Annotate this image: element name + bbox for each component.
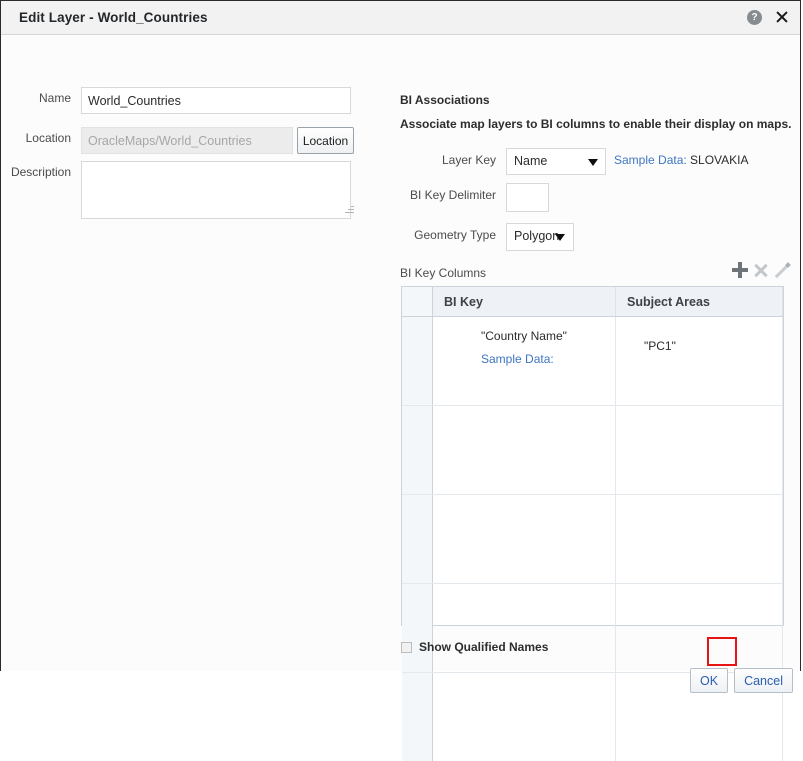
- delete-icon[interactable]: [751, 260, 771, 280]
- cell-bi-key[interactable]: [433, 673, 616, 761]
- cell-sample-data-link[interactable]: Sample Data:: [481, 352, 615, 366]
- bi-key-delimiter-label: BI Key Delimiter: [396, 183, 506, 202]
- chevron-down-icon: [555, 234, 565, 241]
- row-select-cell[interactable]: [402, 495, 433, 584]
- location-label: Location: [1, 127, 81, 145]
- ok-button[interactable]: OK: [690, 668, 728, 693]
- show-qualified-names-label: Show Qualified Names: [419, 640, 548, 654]
- dialog-body: Name Location Location Description BI As…: [1, 35, 800, 671]
- chevron-down-icon: [588, 159, 598, 166]
- cell-bi-key[interactable]: "Country Name" Sample Data:: [433, 317, 616, 406]
- layer-key-select[interactable]: Name: [506, 148, 606, 175]
- sample-data-link[interactable]: Sample Data:: [614, 153, 687, 167]
- bi-associations-pane: BI Associations Associate map layers to …: [396, 35, 796, 671]
- cell-subject-areas[interactable]: [616, 584, 783, 673]
- show-qualified-names-checkbox[interactable]: [401, 642, 412, 653]
- close-icon[interactable]: [774, 9, 790, 25]
- column-header-bi-key[interactable]: BI Key: [433, 287, 616, 317]
- add-icon[interactable]: [730, 260, 750, 280]
- cell-subject-areas[interactable]: "PC1": [616, 317, 783, 406]
- geometry-type-row: Geometry Type Polygon: [396, 223, 574, 251]
- bi-key-columns-toolbar: [730, 260, 792, 280]
- dialog-footer-buttons: OK Cancel: [690, 668, 793, 693]
- column-header-select[interactable]: [402, 287, 433, 317]
- cell-subject-areas[interactable]: [616, 406, 783, 495]
- sample-data-value: SLOVAKIA: [690, 153, 748, 167]
- show-qualified-names-row[interactable]: Show Qualified Names: [401, 640, 548, 654]
- geometry-type-label: Geometry Type: [396, 223, 506, 242]
- bi-associations-description: Associate map layers to BI columns to en…: [400, 117, 791, 131]
- bi-associations-title: BI Associations: [400, 93, 490, 107]
- layer-key-sample-data: Sample Data: SLOVAKIA: [614, 148, 749, 167]
- layer-properties-form: Name Location Location Description: [1, 35, 387, 671]
- column-header-subject-areas[interactable]: Subject Areas: [616, 287, 783, 317]
- bi-key-delimiter-input[interactable]: [506, 183, 549, 212]
- location-input[interactable]: [81, 127, 293, 154]
- layer-key-row: Layer Key Name Sample Data: SLOVAKIA: [396, 148, 749, 175]
- name-field-row: Name: [1, 87, 351, 114]
- geometry-type-select[interactable]: Polygon: [506, 223, 574, 251]
- dialog-title: Edit Layer - World_Countries: [19, 10, 208, 25]
- edit-pencil-icon[interactable]: [772, 260, 792, 280]
- location-browse-button[interactable]: Location: [297, 127, 354, 154]
- table-header-row: BI Key Subject Areas: [402, 287, 783, 317]
- row-select-cell[interactable]: [402, 317, 433, 406]
- cell-bi-key[interactable]: [433, 495, 616, 584]
- name-input[interactable]: [81, 87, 351, 114]
- row-select-cell[interactable]: [402, 673, 433, 761]
- name-label: Name: [1, 87, 81, 105]
- cell-bi-key[interactable]: [433, 406, 616, 495]
- cell-subject-areas[interactable]: [616, 495, 783, 584]
- location-field-row: Location Location: [1, 127, 354, 154]
- edit-layer-dialog: Edit Layer - World_Countries ? Name Loca…: [0, 0, 801, 671]
- cancel-button[interactable]: Cancel: [734, 668, 793, 693]
- geometry-type-value: Polygon: [514, 229, 559, 243]
- description-textarea[interactable]: [81, 161, 351, 219]
- dialog-titlebar: Edit Layer - World_Countries ?: [1, 1, 800, 35]
- cell-bi-key-text: "Country Name": [481, 329, 615, 343]
- layer-key-value: Name: [514, 154, 547, 168]
- description-field-row: Description: [1, 161, 351, 219]
- table-row[interactable]: [402, 406, 783, 495]
- row-select-cell[interactable]: [402, 406, 433, 495]
- titlebar-icons: ?: [747, 9, 790, 25]
- bi-key-columns-label: BI Key Columns: [400, 266, 486, 280]
- row-select-cell[interactable]: [402, 584, 433, 673]
- help-icon[interactable]: ?: [747, 10, 762, 25]
- bi-key-columns-grid: BI Key Subject Areas "Country Name" Samp…: [401, 286, 784, 626]
- table-row[interactable]: [402, 495, 783, 584]
- layer-key-label: Layer Key: [396, 148, 506, 167]
- table-row[interactable]: "Country Name" Sample Data: "PC1": [402, 317, 783, 406]
- table-row[interactable]: [402, 584, 783, 673]
- description-label: Description: [1, 161, 81, 179]
- bi-key-delimiter-row: BI Key Delimiter: [396, 183, 549, 212]
- cell-bi-key[interactable]: [433, 584, 616, 673]
